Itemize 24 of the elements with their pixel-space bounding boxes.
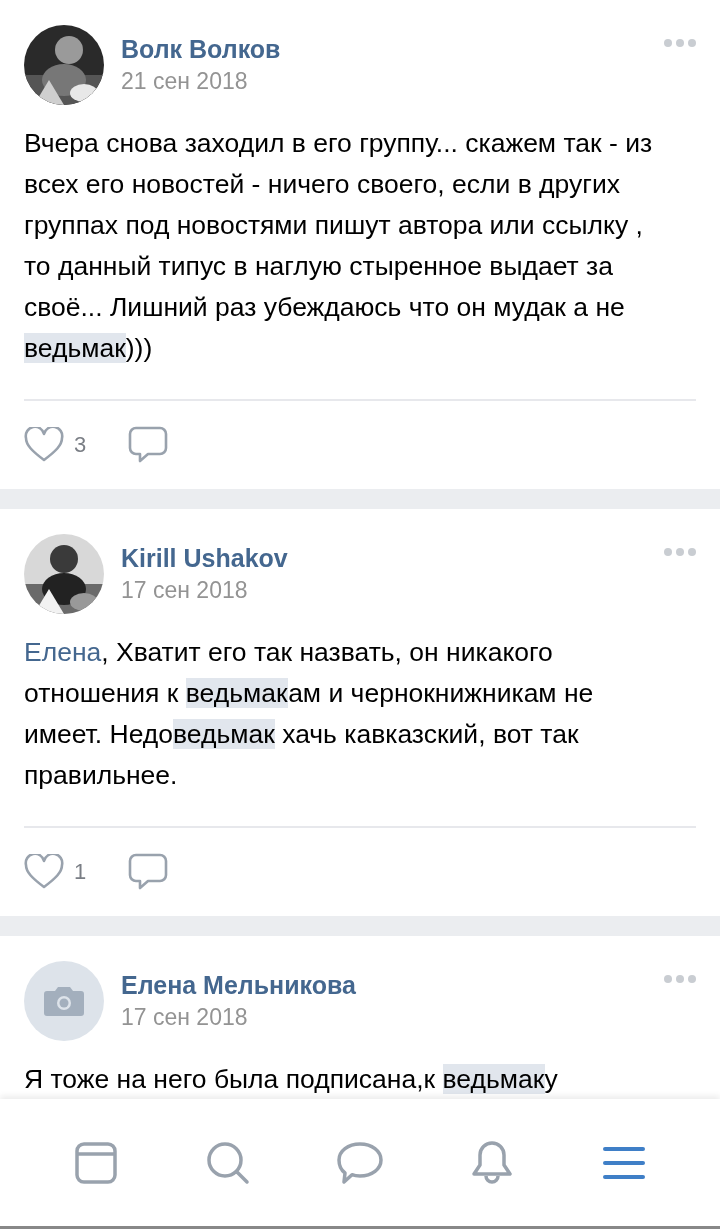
- like-count: 1: [74, 859, 87, 885]
- author-name[interactable]: Елена Мельникова: [121, 971, 647, 1000]
- menu-icon[interactable]: [603, 1144, 645, 1181]
- more-icon[interactable]: [664, 975, 696, 983]
- comment-text: Елена, Хватит его так назвать, он никакого отношения к ведьмакам и чернокнижникам не имеет. Недоведьмак хачь кавказский, вот так правильнее.: [24, 636, 595, 792]
- bell-icon[interactable]: [470, 1139, 514, 1186]
- camera-icon: [44, 986, 84, 1016]
- heart-icon[interactable]: [24, 854, 64, 890]
- post-date: 17 сен 2018: [121, 1004, 249, 1031]
- author-name[interactable]: Kirill Ushakov: [121, 544, 647, 573]
- comment-text: Я тоже на него была подписана,к ведьмаку: [24, 1063, 559, 1096]
- news-icon[interactable]: [74, 1140, 118, 1185]
- comment-icon[interactable]: [128, 426, 169, 464]
- post-date: 21 сен 2018: [121, 68, 249, 95]
- more-icon[interactable]: [664, 39, 696, 47]
- messages-icon[interactable]: [336, 1140, 384, 1185]
- comment-icon[interactable]: [128, 853, 169, 891]
- search-icon[interactable]: [206, 1140, 250, 1185]
- like-count: 3: [74, 432, 87, 458]
- author-name[interactable]: Волк Волков: [121, 35, 647, 64]
- heart-icon[interactable]: [24, 427, 64, 463]
- more-icon[interactable]: [664, 548, 696, 556]
- comment-text: Вчера снова заходил в его группу... скажем так - из всех его новостей - ничего своего, если в других группах под новостями пишут автора или ссылку , то данный типус в наглую стыренное выдает за своё... Лишний раз убеждаюсь что он мудак а не ведьмак))): [24, 127, 654, 365]
- post-date: 17 сен 2018: [121, 577, 249, 604]
